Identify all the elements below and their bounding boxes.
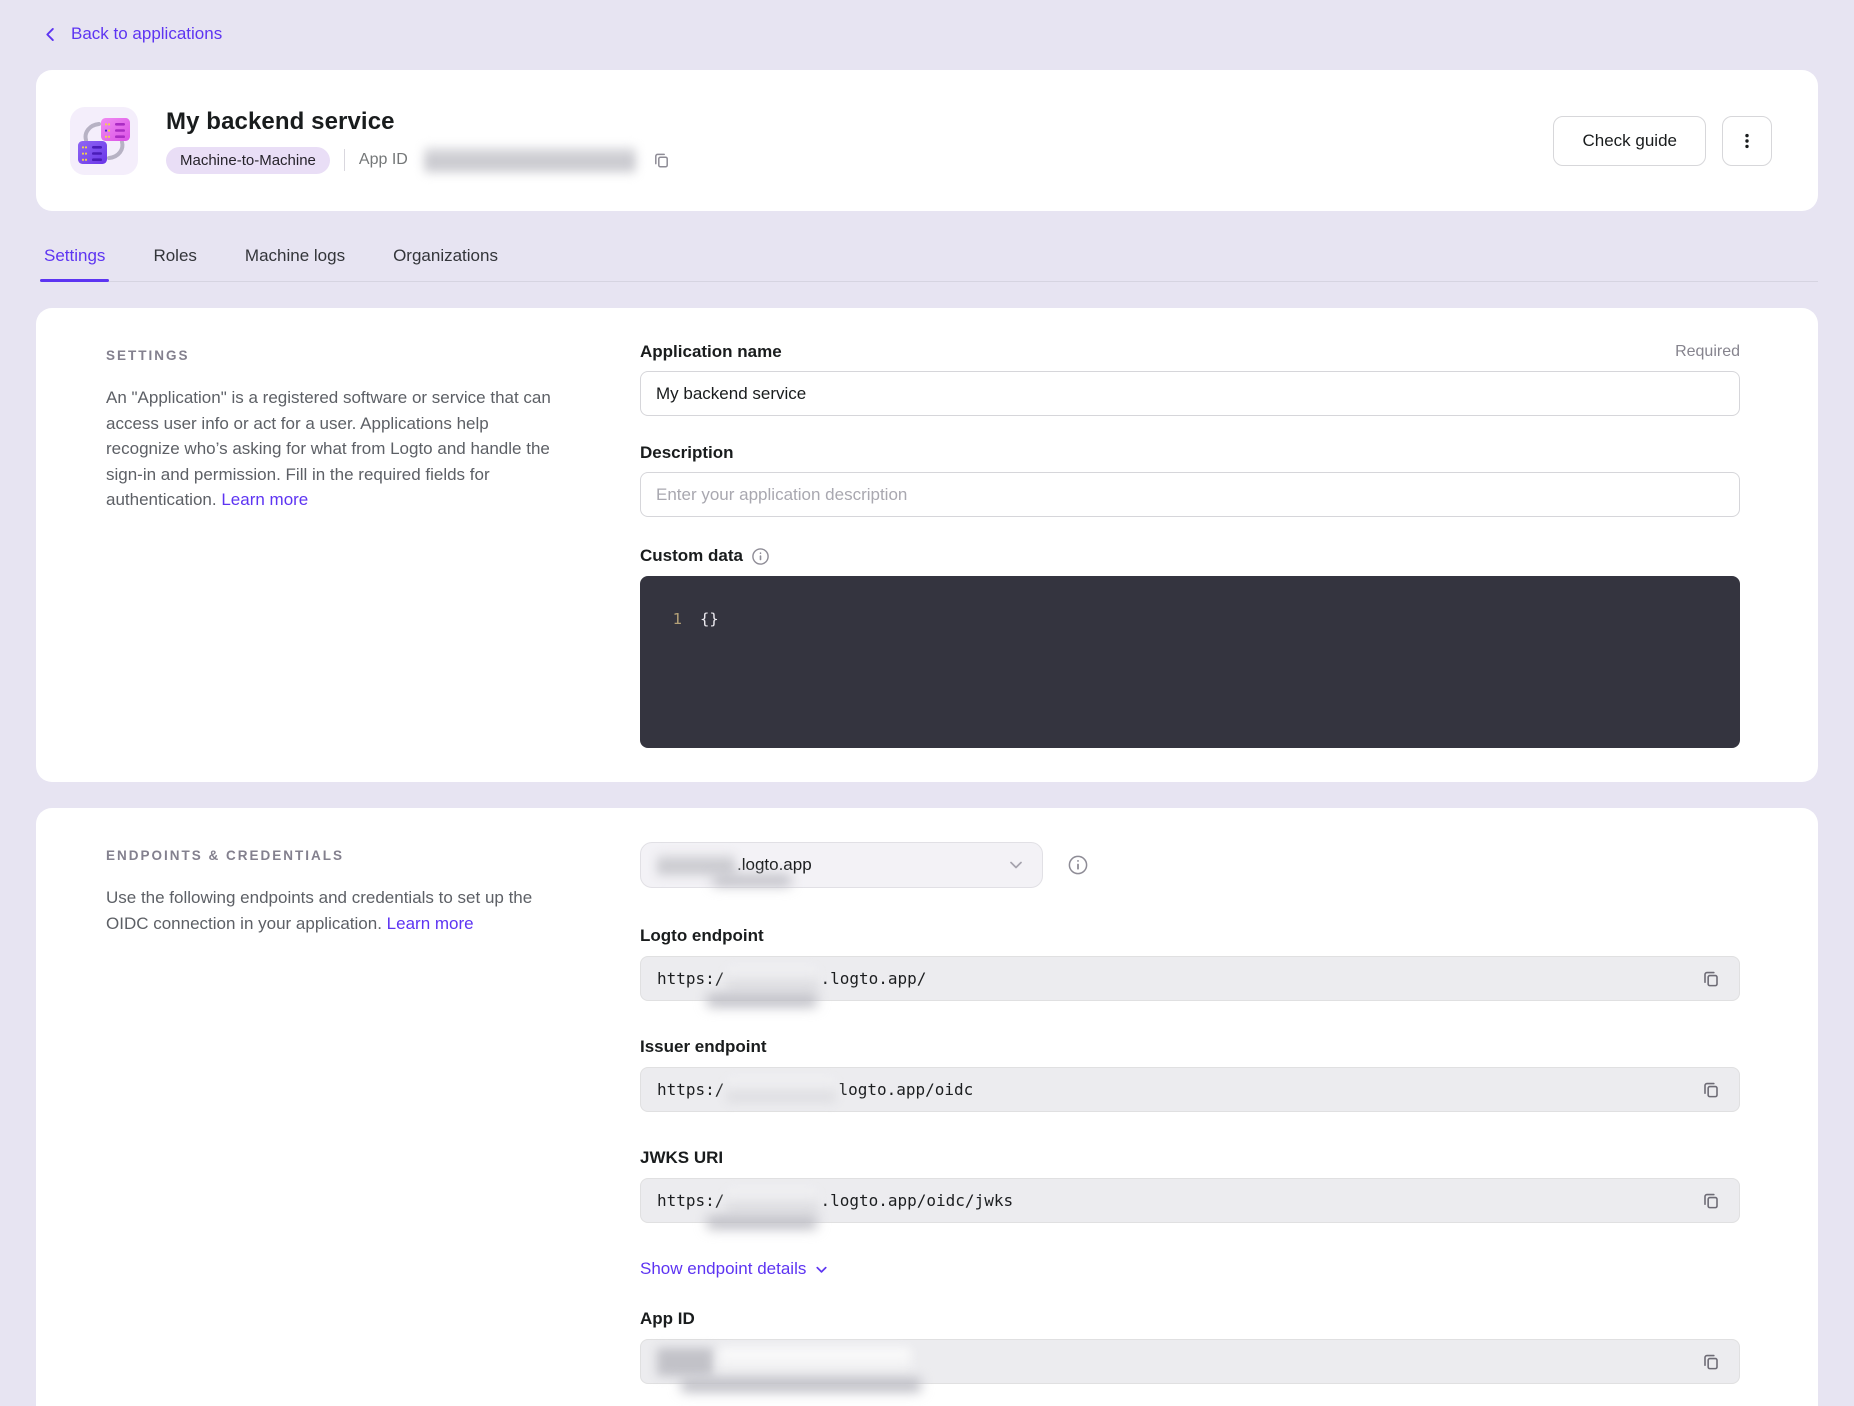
settings-description-text: An "Application" is a registered softwar…: [106, 388, 551, 509]
copy-icon: [1701, 969, 1721, 989]
copy-icon: [1701, 1191, 1721, 1211]
chevron-left-icon: [42, 26, 59, 43]
show-endpoint-details-link[interactable]: Show endpoint details: [640, 1259, 829, 1279]
app-id-field: [640, 1339, 1740, 1384]
settings-section-title: SETTINGS: [106, 348, 566, 363]
settings-learn-more-link[interactable]: Learn more: [221, 490, 308, 509]
app-id-redacted-light: [719, 1348, 911, 1376]
chevron-down-icon: [1006, 855, 1026, 875]
logto-endpoint-redaction-strip: [707, 994, 817, 1007]
settings-form: Application name Required Description Cu…: [640, 342, 1740, 748]
app-id-field-label: App ID: [640, 1309, 1740, 1329]
show-endpoint-details-label: Show endpoint details: [640, 1259, 806, 1279]
code-line-number: 1: [660, 610, 682, 628]
custom-data-code-editor[interactable]: 1 {}: [640, 576, 1740, 748]
copy-jwks-uri-button[interactable]: [1699, 1189, 1723, 1213]
copy-issuer-endpoint-button[interactable]: [1699, 1078, 1723, 1102]
description-label: Description: [640, 443, 734, 463]
tab-machine-logs[interactable]: Machine logs: [243, 237, 347, 281]
domain-redacted-value: [657, 854, 735, 876]
endpoints-section-description: Use the following endpoints and credenti…: [106, 885, 566, 936]
application-title: My backend service: [166, 108, 1553, 136]
application-name-input[interactable]: [640, 371, 1740, 416]
endpoints-credentials-card: ENDPOINTS & CREDENTIALS Use the followin…: [36, 808, 1818, 1406]
application-header-card: My backend service Machine-to-Machine Ap…: [36, 70, 1818, 211]
endpoints-section-title: ENDPOINTS & CREDENTIALS: [106, 848, 566, 863]
issuer-endpoint-prefix: https:/: [657, 1080, 724, 1099]
description-row: Description: [640, 443, 1740, 517]
info-icon[interactable]: [751, 547, 770, 566]
header-actions: Check guide: [1553, 116, 1772, 166]
copy-icon: [1701, 1352, 1721, 1372]
page: Back to applications: [0, 0, 1854, 1406]
settings-card-intro: SETTINGS An "Application" is a registere…: [70, 342, 566, 748]
issuer-endpoint-label: Issuer endpoint: [640, 1037, 1740, 1057]
logto-endpoint-label: Logto endpoint: [640, 926, 1740, 946]
settings-section-description: An "Application" is a registered softwar…: [106, 385, 566, 513]
endpoints-card-intro: ENDPOINTS & CREDENTIALS Use the followin…: [70, 842, 566, 1384]
copy-app-id-button[interactable]: [650, 149, 673, 172]
check-guide-button[interactable]: Check guide: [1553, 116, 1706, 166]
jwks-uri-label: JWKS URI: [640, 1148, 1740, 1168]
application-type-badge: Machine-to-Machine: [166, 147, 330, 174]
custom-data-label: Custom data: [640, 546, 743, 566]
jwks-uri-row: JWKS URI https:/ .logto.app/oidc/jwks: [640, 1148, 1740, 1223]
tab-roles[interactable]: Roles: [151, 237, 198, 281]
jwks-uri-redaction-strip: [707, 1216, 817, 1229]
logto-endpoint-field: https:/ .logto.app/: [640, 956, 1740, 1001]
required-hint: Required: [1675, 343, 1740, 361]
tab-organizations[interactable]: Organizations: [391, 237, 500, 281]
meta-divider: [344, 149, 345, 171]
application-name-row: Application name Required: [640, 342, 1740, 416]
issuer-endpoint-row: Issuer endpoint https:/ logto.app/oidc: [640, 1037, 1740, 1112]
application-header-main: My backend service Machine-to-Machine Ap…: [166, 108, 1553, 174]
code-line-content: {}: [700, 610, 719, 628]
application-logo-icon: [70, 107, 138, 175]
app-id-redaction-strip: [681, 1378, 921, 1392]
domain-row: .logto.app: [640, 842, 1740, 888]
logto-endpoint-redacted: [726, 967, 818, 991]
issuer-endpoint-redacted: [726, 1078, 836, 1102]
description-input[interactable]: [640, 472, 1740, 517]
settings-card: SETTINGS An "Application" is a registere…: [36, 308, 1818, 782]
app-id-label: App ID: [359, 151, 408, 169]
app-id-redacted-dark: [657, 1348, 713, 1376]
jwks-uri-field: https:/ .logto.app/oidc/jwks: [640, 1178, 1740, 1223]
back-to-applications-link[interactable]: Back to applications: [42, 24, 222, 44]
kebab-menu-icon: [1738, 132, 1756, 150]
chevron-down-icon: [814, 1262, 829, 1277]
endpoints-learn-more-link[interactable]: Learn more: [387, 914, 474, 933]
copy-icon: [652, 151, 671, 170]
more-actions-button[interactable]: [1722, 116, 1772, 166]
tab-settings[interactable]: Settings: [42, 237, 107, 281]
logto-endpoint-suffix: .logto.app/: [820, 969, 926, 988]
app-id-row: App ID: [640, 1309, 1740, 1384]
domain-info-icon[interactable]: [1067, 854, 1089, 876]
copy-icon: [1701, 1080, 1721, 1100]
logto-endpoint-row: Logto endpoint https:/ .logto.app/: [640, 926, 1740, 1001]
application-name-label: Application name: [640, 342, 782, 362]
logto-endpoint-prefix: https:/: [657, 969, 724, 988]
domain-select[interactable]: .logto.app: [640, 842, 1043, 888]
tab-bar: Settings Roles Machine logs Organization…: [42, 237, 1818, 282]
endpoints-form: .logto.app Logto endpoint: [640, 842, 1740, 1384]
issuer-endpoint-field: https:/ logto.app/oidc: [640, 1067, 1740, 1112]
jwks-uri-redacted: [726, 1189, 818, 1213]
jwks-uri-prefix: https:/: [657, 1191, 724, 1210]
app-id-redacted-value: [424, 147, 636, 173]
application-meta-row: Machine-to-Machine App ID: [166, 147, 1553, 174]
domain-select-value: .logto.app: [737, 855, 812, 875]
copy-app-id-field-button[interactable]: [1699, 1350, 1723, 1374]
copy-logto-endpoint-button[interactable]: [1699, 967, 1723, 991]
code-editor-line: 1 {}: [660, 610, 1740, 628]
back-link-label: Back to applications: [71, 24, 222, 44]
jwks-uri-suffix: .logto.app/oidc/jwks: [820, 1191, 1013, 1210]
domain-redaction-strip: [713, 875, 791, 886]
issuer-endpoint-suffix: logto.app/oidc: [838, 1080, 973, 1099]
custom-data-row: Custom data 1 {}: [640, 546, 1740, 748]
